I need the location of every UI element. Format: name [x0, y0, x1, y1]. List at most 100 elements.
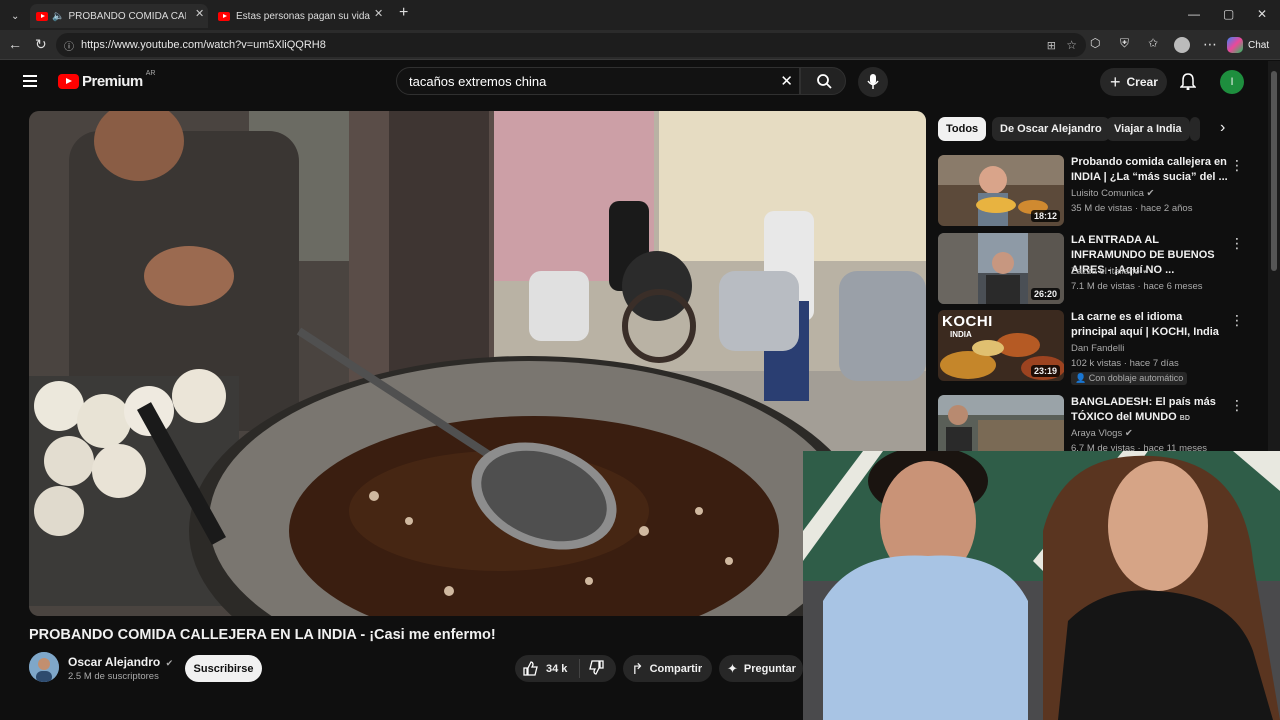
verified-check-icon: ✔	[1146, 188, 1155, 199]
channel-text: Zazza el italiano	[1071, 266, 1140, 277]
more-options-icon[interactable]: ⋮	[1230, 312, 1244, 329]
like-dislike-group: 34 k	[515, 655, 616, 682]
chevron-right-icon[interactable]: ›	[1220, 119, 1225, 137]
recommendation-title: Probando comida callejera en INDIA | ¿La…	[1071, 156, 1228, 183]
verified-check-icon: ✔	[1124, 428, 1133, 439]
profile-avatar[interactable]	[1174, 37, 1190, 53]
app-icon[interactable]: ⊞	[1047, 39, 1056, 52]
account-avatar[interactable]: I	[1220, 70, 1244, 94]
auto-dub-label: Con doblaje automático	[1088, 373, 1184, 383]
tab-list-button[interactable]: ⌄	[6, 4, 28, 28]
duration-badge: 26:20	[1030, 288, 1060, 300]
site-info-icon[interactable]: ⓘ	[64, 38, 74, 53]
youtube-favicon-icon	[218, 11, 230, 21]
back-arrow-icon[interactable]: ←	[8, 36, 22, 52]
region-label: AR	[145, 70, 156, 77]
clear-search-icon[interactable]: ✕	[780, 72, 793, 90]
recommendation-title-text: BANGLADESH: El país más TÓXICO del MUNDO	[1071, 396, 1216, 423]
chip-all[interactable]: Todos	[938, 117, 987, 141]
chip-from-channel[interactable]: De Oscar Alejandro	[992, 117, 1110, 141]
reload-icon[interactable]: ↻	[35, 36, 47, 53]
new-tab-icon[interactable]: +	[399, 4, 408, 22]
more-options-icon[interactable]: ⋮	[1230, 157, 1244, 174]
favorite-star-icon[interactable]: ☆	[1066, 38, 1077, 52]
speaker-icon[interactable]: 🔈	[52, 11, 64, 22]
url-field[interactable]: ⓘ https://www.youtube.com/watch?v=um5Xli…	[56, 33, 1086, 57]
recommendation-channel: Araya Vlogs ✔	[1071, 428, 1133, 439]
youtube-header: Premium AR tacaños extremos china ✕ + Cr…	[0, 61, 1268, 105]
channel-avatar[interactable]	[29, 652, 59, 682]
favorites-icon[interactable]: ✩	[1148, 36, 1158, 50]
create-label: Crear	[1126, 75, 1158, 89]
channel-name[interactable]: Oscar Alejandro ✔	[68, 655, 173, 669]
logo-text: Premium	[82, 73, 143, 90]
search-input[interactable]: tacaños extremos china ✕	[396, 67, 800, 95]
like-button[interactable]: 34 k	[515, 659, 580, 678]
country-flag-label: BD	[1179, 415, 1190, 422]
share-arrow-icon: ↱	[631, 660, 644, 678]
close-window-icon[interactable]: ✕	[1257, 7, 1267, 21]
search-icon	[817, 74, 832, 89]
subscribe-button[interactable]: Suscribirse	[185, 655, 262, 682]
copilot-icon	[1227, 37, 1243, 53]
channel-text: Araya Vlogs	[1071, 428, 1123, 439]
tab-active[interactable]: 🔈 PROBANDO COMIDA CALLEJE	[30, 4, 208, 28]
subscriber-count: 2.5 M de suscriptores	[68, 671, 159, 682]
youtube-logo[interactable]: Premium AR	[58, 70, 156, 90]
share-button[interactable]: ↱ Compartir	[623, 655, 712, 682]
recommendation-title: BANGLADESH: El país más TÓXICO del MUNDO…	[1071, 395, 1231, 426]
create-button[interactable]: + Crear	[1100, 68, 1167, 96]
video-player[interactable]	[29, 111, 926, 616]
minimize-icon[interactable]: —	[1188, 7, 1200, 21]
copilot-label: Chat	[1248, 39, 1270, 51]
like-count: 34 k	[546, 662, 568, 675]
more-menu-icon[interactable]: ⋯	[1203, 36, 1217, 53]
recommendation-card[interactable]: 26:20 LA ENTRADA AL INFRAMUNDO DE BUENOS…	[938, 233, 1260, 305]
browser-essentials-icon[interactable]: ⛨	[1120, 36, 1129, 51]
video-thumbnail[interactable]: KOCHI INDIA 23:19	[938, 310, 1064, 381]
recommendation-title: La carne es el idioma principal aquí | K…	[1071, 311, 1219, 338]
channel-text: Luisito Comunica	[1071, 188, 1144, 199]
search-query: tacaños extremos china	[409, 73, 547, 89]
dislike-button[interactable]	[580, 659, 604, 678]
voice-search-button[interactable]	[858, 67, 888, 97]
more-options-icon[interactable]: ⋮	[1230, 235, 1244, 252]
plus-icon: +	[1110, 72, 1121, 92]
webcam-feed	[803, 451, 1280, 720]
extensions-icon[interactable]: ⬡	[1090, 36, 1100, 50]
recommendation-card[interactable]: KOCHI INDIA 23:19 La carne es el idioma …	[938, 310, 1260, 390]
scrollbar-thumb[interactable]	[1271, 71, 1277, 271]
more-options-icon[interactable]: ⋮	[1230, 397, 1244, 414]
thumbnail-text: KOCHI	[942, 313, 993, 330]
bell-icon[interactable]	[1180, 72, 1196, 90]
recommendation-meta: 35 M de vistas · hace 2 años	[1071, 203, 1193, 214]
close-tab-icon[interactable]: ✕	[195, 7, 204, 20]
chip-travel-india[interactable]: Viajar a India	[1106, 117, 1190, 141]
recommendation-channel: Luisito Comunica ✔	[1071, 188, 1154, 199]
recommendation-channel: Dan Fandelli	[1071, 343, 1125, 354]
recommendation-meta: 102 k vistas · hace 7 días	[1071, 358, 1179, 369]
recommendation-channel: Zazza el italiano ✔	[1071, 266, 1150, 277]
close-tab-icon[interactable]: ✕	[374, 7, 383, 20]
sparkle-icon: ✦	[727, 660, 738, 676]
video-thumbnail[interactable]: 26:20	[938, 233, 1064, 304]
tab-title: Estas personas pagan su vida con c	[236, 10, 372, 22]
maximize-icon[interactable]: ▢	[1223, 7, 1234, 21]
auto-dub-badge: 👤 Con doblaje automático	[1071, 372, 1188, 385]
recommendation-card[interactable]: 18:12 Probando comida callejera en INDIA…	[938, 155, 1260, 227]
chip-partial[interactable]	[1190, 117, 1200, 141]
url-text: https://www.youtube.com/watch?v=um5XliQQ…	[81, 39, 326, 51]
tab-second[interactable]: Estas personas pagan su vida con c	[214, 4, 386, 28]
video-thumbnail[interactable]: 18:12	[938, 155, 1064, 226]
menu-icon[interactable]	[23, 75, 37, 87]
video-title: PROBANDO COMIDA CALLEJERA EN LA INDIA - …	[29, 627, 496, 643]
thumbs-up-icon	[523, 661, 538, 676]
copilot-button[interactable]: Chat	[1227, 37, 1269, 53]
youtube-favicon-icon	[36, 11, 48, 21]
search-button[interactable]	[800, 67, 846, 95]
webcam-overlay	[803, 451, 1280, 720]
duration-badge: 18:12	[1030, 210, 1060, 222]
verified-check-icon: ✔	[1142, 266, 1151, 277]
ask-label: Preguntar	[743, 662, 796, 675]
ask-button[interactable]: ✦ Preguntar	[719, 655, 803, 682]
